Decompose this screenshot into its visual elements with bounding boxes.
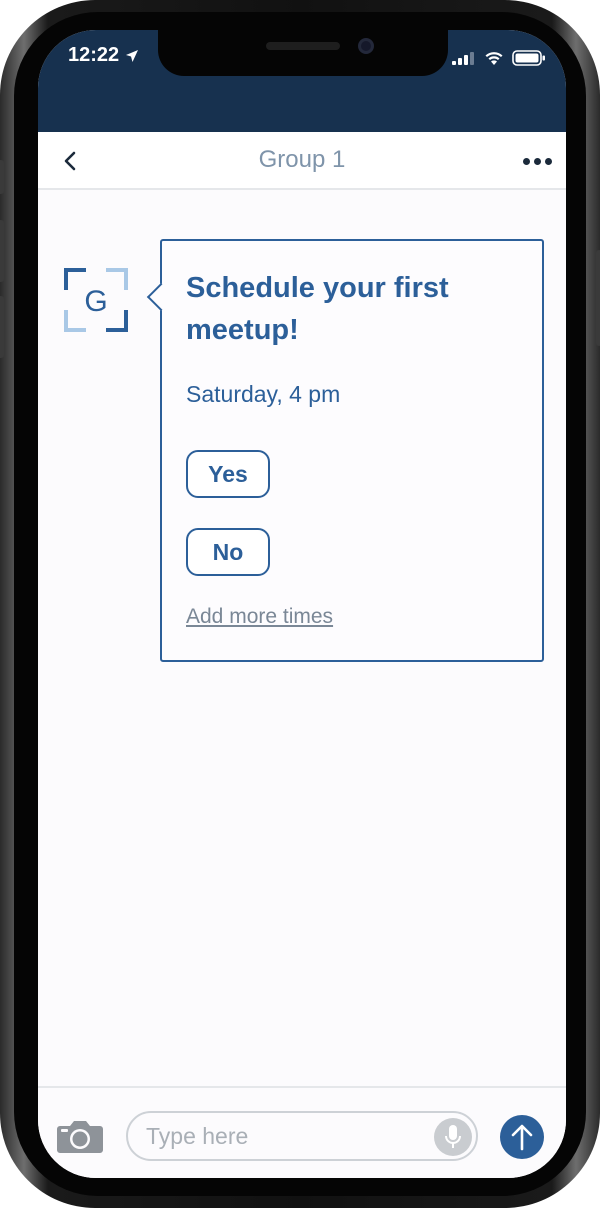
cellular-signal-icon [452,52,474,65]
message-title: Schedule your first meetup! [186,272,449,346]
phone-frame: 12:22 Group 1 G Schedule your first meet… [0,0,600,1208]
status-time-text: 12:22 [68,44,120,66]
camera-icon [57,1121,103,1153]
avatar-letter: G [84,285,107,318]
nav-title: Group 1 [258,146,346,173]
status-time: 12:22 [68,44,139,67]
location-arrow-icon [126,49,139,62]
add-more-times-link[interactable]: Add more times [186,605,333,629]
arrow-up-icon [511,1124,533,1151]
mic-button[interactable] [434,1118,472,1156]
front-camera [358,38,374,54]
no-button[interactable]: No [186,528,270,576]
notch [158,30,448,76]
status-bar: 12:22 [38,30,566,132]
status-icons [452,50,546,66]
more-dots-icon [545,158,552,165]
message-time: Saturday, 4 pm [186,381,341,407]
phone-screen: 12:22 Group 1 G Schedule your first meet… [38,30,566,1178]
more-dots-icon [534,158,541,165]
yes-button[interactable]: Yes [186,450,270,498]
more-dots-icon [523,158,530,165]
avatar: G [64,268,128,332]
wifi-icon [485,52,503,65]
bubble-tail [146,282,176,312]
mute-switch [0,160,4,194]
volume-down-button [0,296,4,358]
speaker-grille [266,42,340,50]
nav-bar: Group 1 [38,132,566,190]
more-button[interactable] [523,158,552,165]
battery-icon [512,50,545,66]
avatar-logo: G [64,268,128,332]
camera-button[interactable] [56,1118,104,1156]
composer-bar [38,1086,566,1178]
message-input[interactable] [126,1111,478,1161]
send-button[interactable] [500,1115,544,1159]
volume-up-button [0,220,4,282]
message-card: Schedule your first meetup! Saturday, 4 … [146,239,544,662]
side-button [596,250,600,346]
microphone-icon [445,1125,461,1148]
